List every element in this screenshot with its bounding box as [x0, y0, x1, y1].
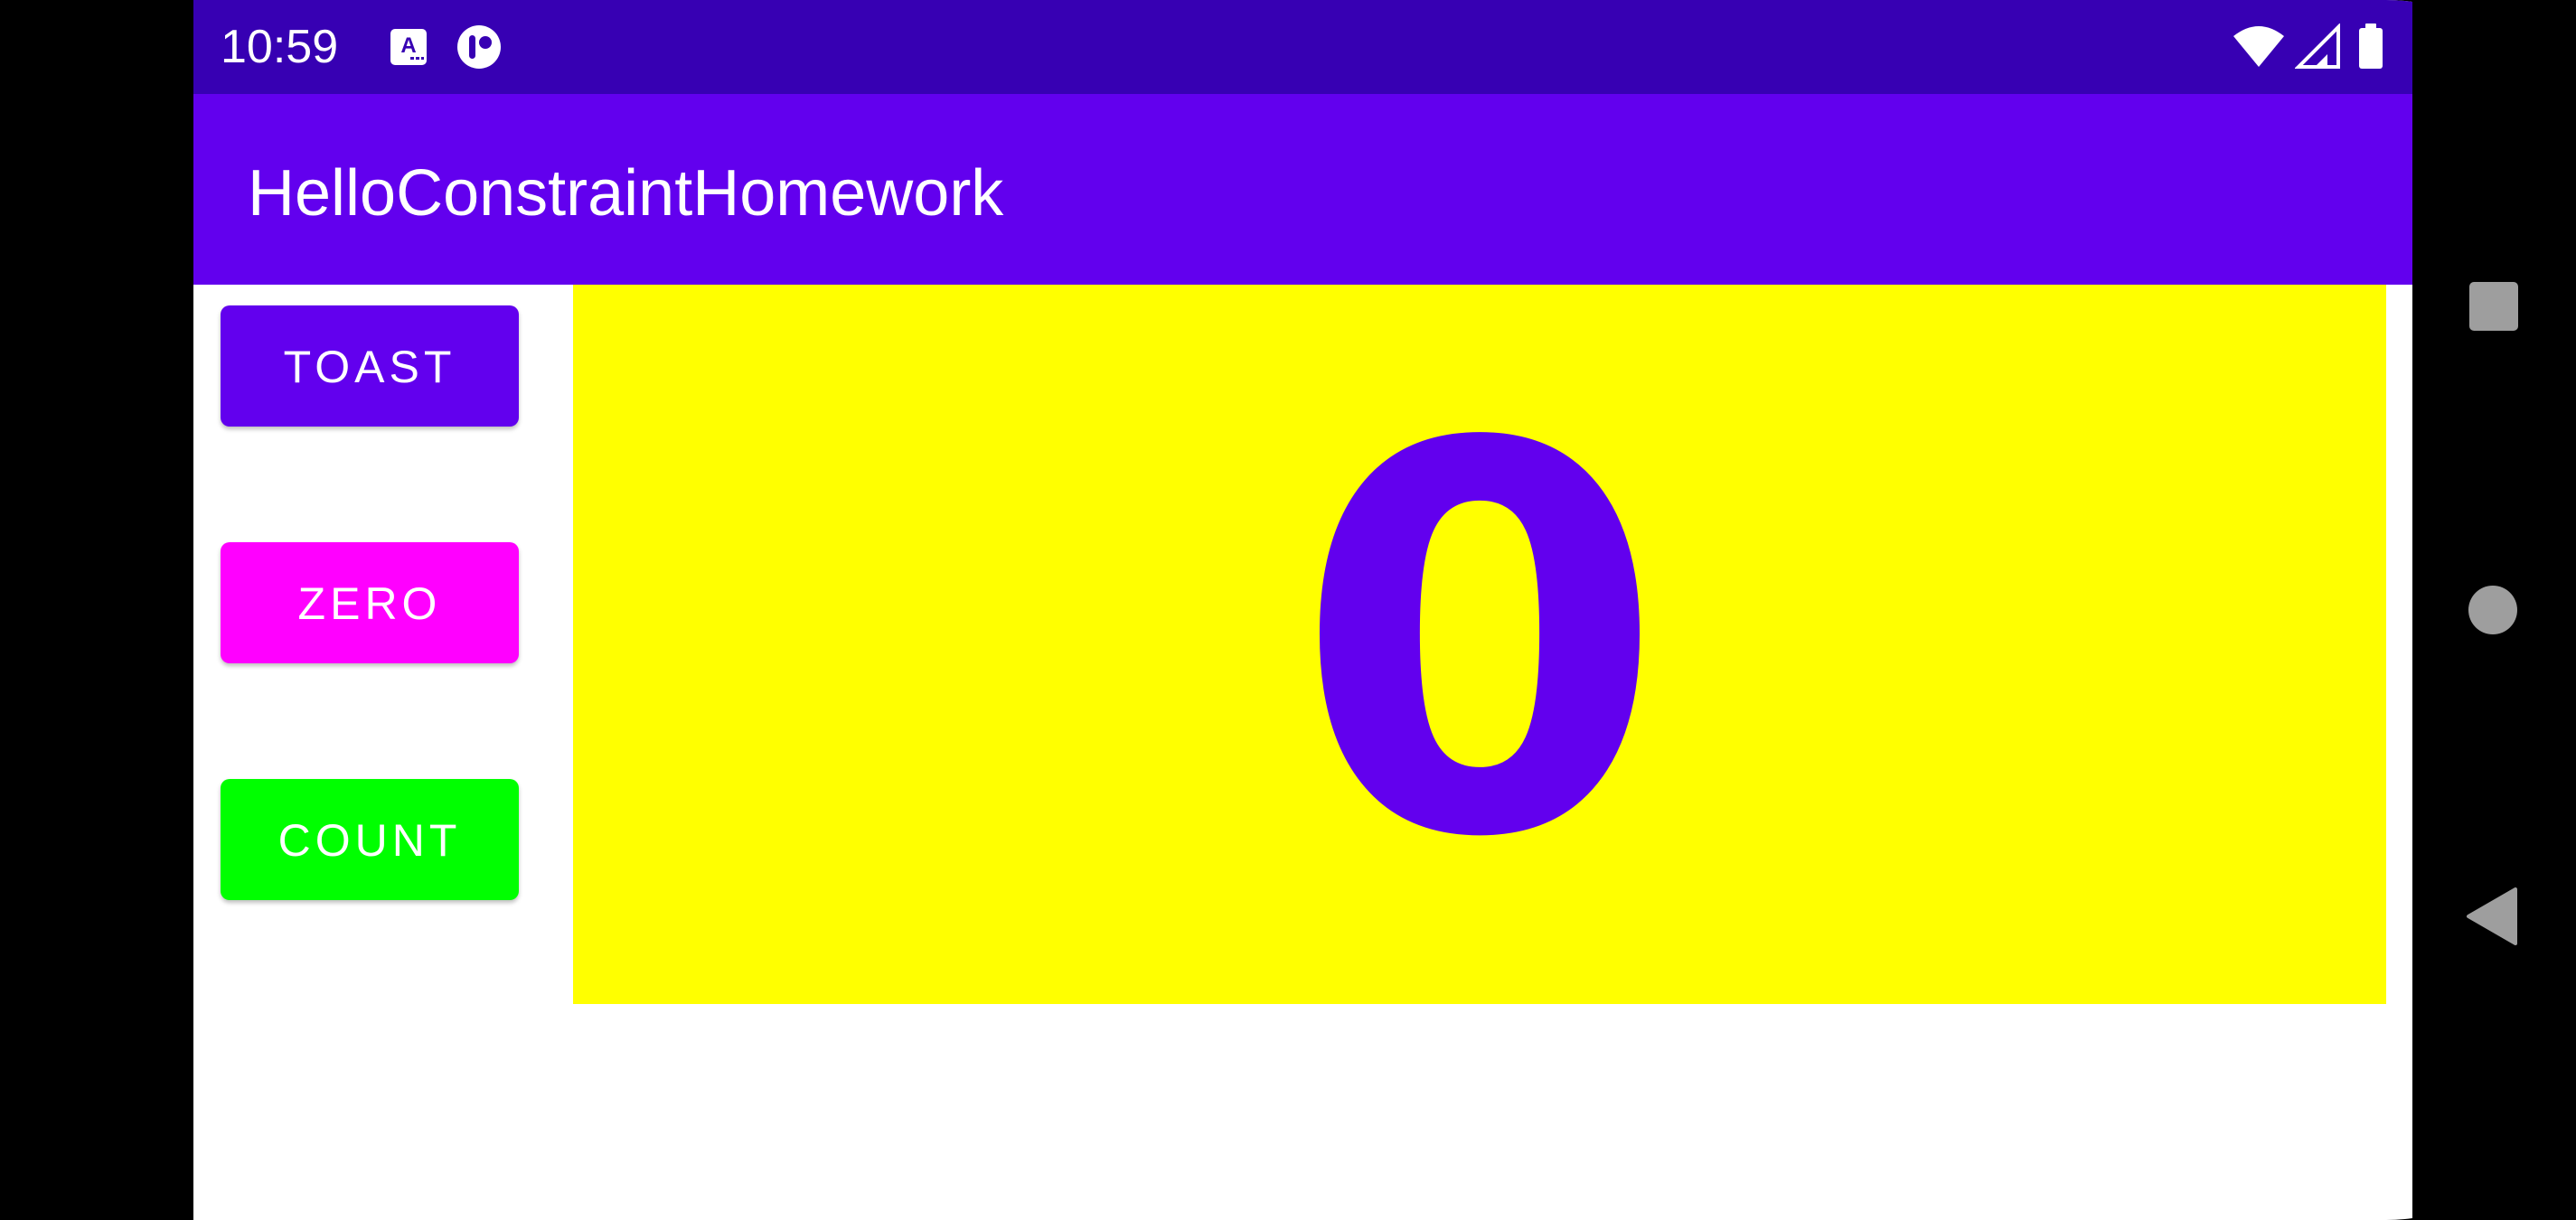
accessibility-text-icon: A — [385, 23, 432, 70]
status-bar: 10:59 A — [193, 0, 2412, 94]
count-display: 0 — [573, 285, 2386, 1004]
signal-icon — [2294, 23, 2342, 70]
toast-button[interactable]: TOAST — [221, 305, 519, 427]
app-bar: HelloConstraintHomework — [193, 94, 2412, 285]
home-circle-icon[interactable] — [2468, 585, 2518, 640]
back-triangle-icon[interactable] — [2463, 887, 2517, 950]
count-value: 0 — [1293, 333, 1666, 954]
svg-text:A: A — [400, 33, 416, 58]
battery-icon — [2354, 23, 2390, 70]
wifi-icon — [2232, 23, 2286, 70]
app-screen: 10:59 A HelloConstraintHomework TOAST ZE… — [193, 0, 2412, 1220]
device-frame: 10:59 A HelloConstraintHomework TOAST ZE… — [0, 0, 2576, 1220]
count-button[interactable]: COUNT — [221, 779, 519, 900]
zero-button[interactable]: ZERO — [221, 542, 519, 663]
app-notification-icon — [456, 23, 503, 70]
status-time: 10:59 — [221, 21, 339, 73]
app-title: HelloConstraintHomework — [248, 157, 1004, 230]
recents-square-icon[interactable] — [2468, 280, 2520, 337]
